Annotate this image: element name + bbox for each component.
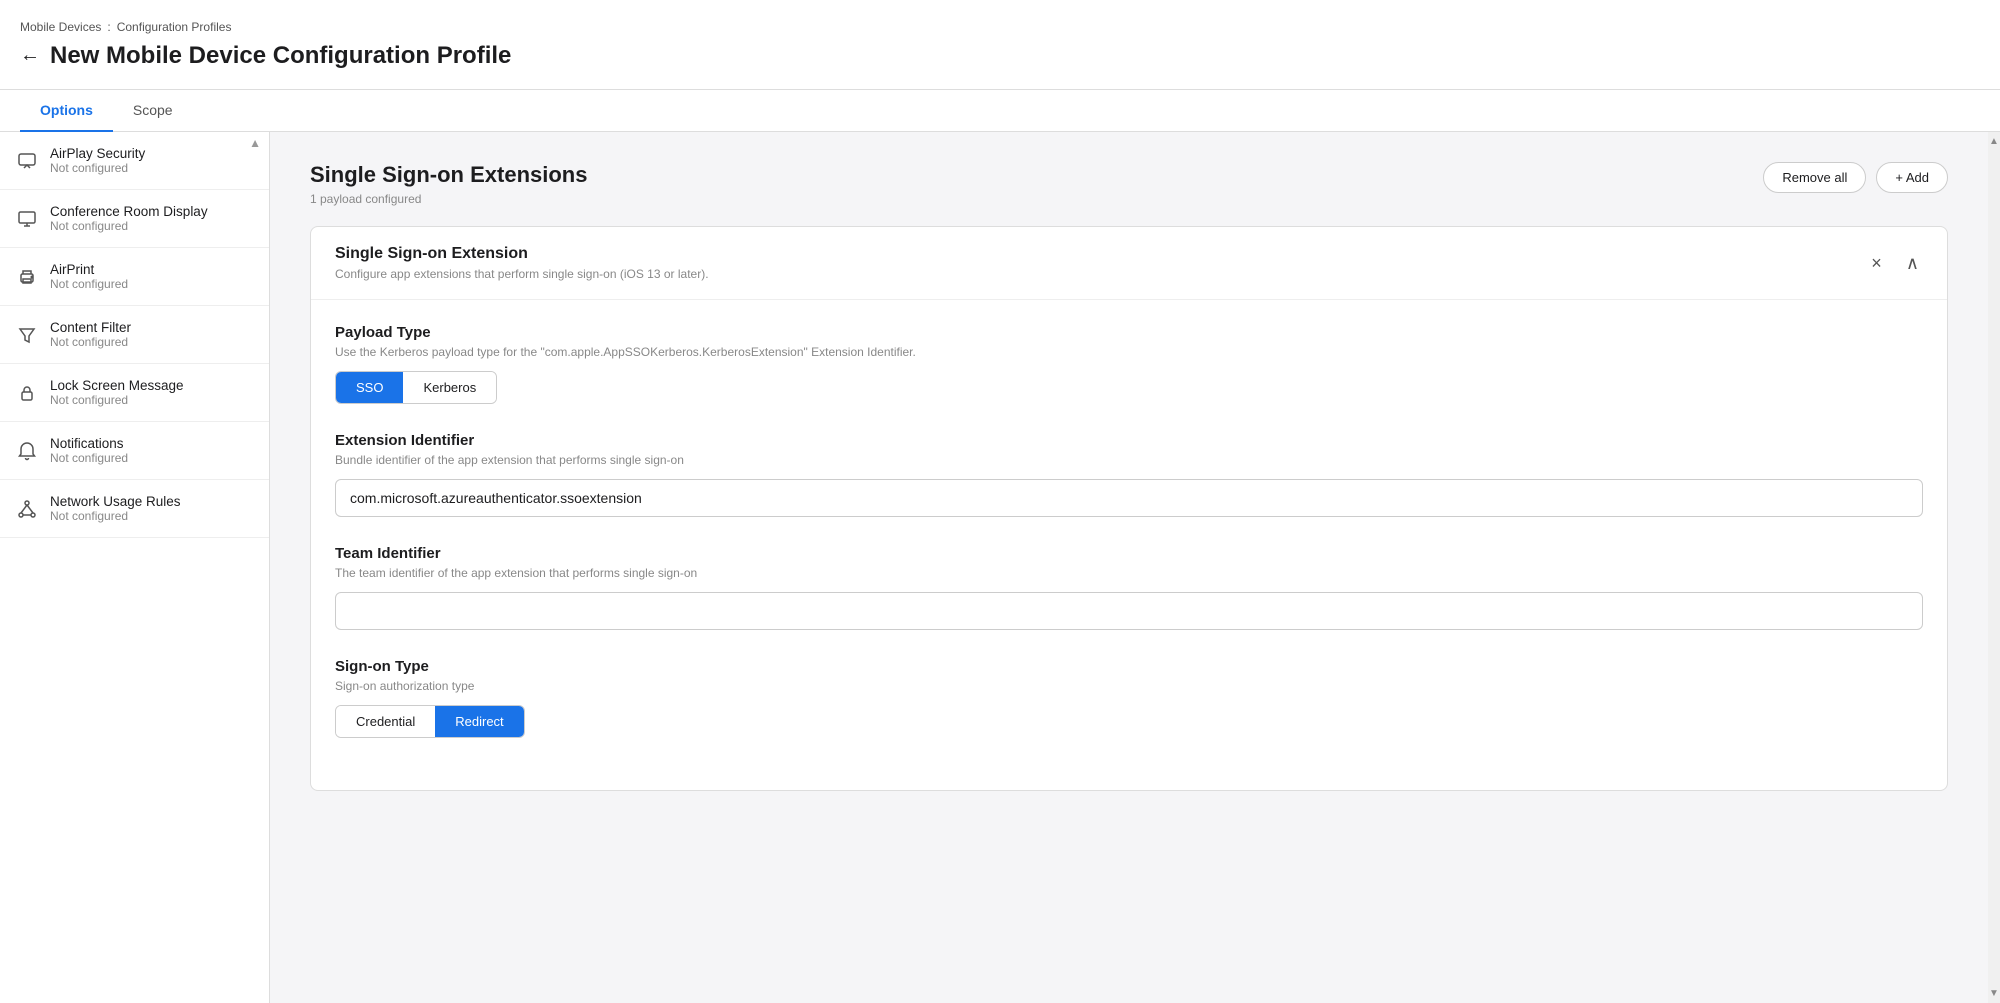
display-icon [16,208,38,230]
card-collapse-button[interactable]: ∧ [1902,249,1923,278]
airplay-icon [16,150,38,172]
sidebar-item-airprint-name: AirPrint [50,262,128,277]
team-identifier-input[interactable] [335,592,1923,630]
bell-icon [16,440,38,462]
payload-type-toggle: SSO Kerberos [335,371,497,404]
filter-icon [16,324,38,346]
page-title: New Mobile Device Configuration Profile [50,42,511,70]
sidebar-item-notifications-name: Notifications [50,436,128,451]
section-title: Single Sign-on Extensions [310,162,587,188]
scrollbar-down-arrow[interactable]: ▼ [1988,984,2000,1003]
signon-type-label: Sign-on Type [335,658,1923,675]
team-identifier-section: Team Identifier The team identifier of t… [335,545,1923,630]
signon-type-section: Sign-on Type Sign-on authorization type … [335,658,1923,738]
breadcrumb-parent[interactable]: Mobile Devices [20,20,101,34]
sidebar-item-airprint-status: Not configured [50,277,128,291]
sidebar-item-network-usage[interactable]: Network Usage Rules Not configured [0,480,269,538]
sso-extension-card: Single Sign-on Extension Configure app e… [310,226,1948,791]
sidebar-item-lock-screen-name: Lock Screen Message [50,378,184,393]
sidebar-item-notifications-status: Not configured [50,451,128,465]
breadcrumb: Mobile Devices : Configuration Profiles [20,20,1980,34]
card-close-button[interactable]: × [1867,249,1886,278]
breadcrumb-current: Configuration Profiles [117,20,232,34]
sidebar-item-content-filter-status: Not configured [50,335,131,349]
card-description: Configure app extensions that perform si… [335,267,709,281]
section-header: Single Sign-on Extensions 1 payload conf… [310,162,1948,206]
sidebar-item-network-name: Network Usage Rules [50,494,181,509]
sidebar-scroll-up[interactable]: ▲ [249,136,261,150]
tabs-bar: Options Scope [0,90,2000,132]
sidebar-item-airplay-security[interactable]: AirPlay Security Not configured [0,132,269,190]
breadcrumb-sep: : [107,20,110,34]
sidebar-item-airplay-security-name: AirPlay Security [50,146,145,161]
signon-type-desc: Sign-on authorization type [335,679,1923,693]
payload-type-section: Payload Type Use the Kerberos payload ty… [335,324,1923,404]
sidebar-item-content-filter[interactable]: Content Filter Not configured [0,306,269,364]
sidebar-item-airprint[interactable]: AirPrint Not configured [0,248,269,306]
signon-type-redirect-button[interactable]: Redirect [435,706,523,737]
lock-icon [16,382,38,404]
tab-options[interactable]: Options [20,90,113,132]
back-button[interactable]: ← [20,44,40,67]
sidebar-item-lock-screen-status: Not configured [50,393,184,407]
card-title: Single Sign-on Extension [335,245,709,263]
payload-type-desc: Use the Kerberos payload type for the "c… [335,345,1923,359]
right-scrollbar: ▲ ▼ [1988,132,2000,1003]
sidebar-item-conference-status: Not configured [50,219,208,233]
payload-type-label: Payload Type [335,324,1923,341]
section-subtitle: 1 payload configured [310,192,587,206]
team-identifier-label: Team Identifier [335,545,1923,562]
payload-type-kerberos-button[interactable]: Kerberos [403,372,496,403]
network-icon [16,498,38,520]
sidebar-item-notifications[interactable]: Notifications Not configured [0,422,269,480]
sidebar-item-airplay-security-status: Not configured [50,161,145,175]
sidebar-item-conference-name: Conference Room Display [50,204,208,219]
sidebar-item-content-filter-name: Content Filter [50,320,131,335]
scrollbar-up-arrow[interactable]: ▲ [1988,132,2000,151]
sidebar-item-network-status: Not configured [50,509,181,523]
extension-identifier-input[interactable] [335,479,1923,517]
extension-identifier-label: Extension Identifier [335,432,1923,449]
team-identifier-desc: The team identifier of the app extension… [335,566,1923,580]
add-button[interactable]: + Add [1876,162,1948,193]
tab-scope[interactable]: Scope [113,90,193,132]
print-icon [16,266,38,288]
extension-identifier-section: Extension Identifier Bundle identifier o… [335,432,1923,517]
sidebar: ▲ AirPlay Security Not configured [0,132,270,1003]
remove-all-button[interactable]: Remove all [1763,162,1866,193]
sidebar-item-conference-room[interactable]: Conference Room Display Not configured [0,190,269,248]
card-body: Payload Type Use the Kerberos payload ty… [311,300,1947,790]
payload-type-sso-button[interactable]: SSO [336,372,403,403]
card-header: Single Sign-on Extension Configure app e… [311,227,1947,300]
content-area: Single Sign-on Extensions 1 payload conf… [270,132,1988,1003]
extension-identifier-desc: Bundle identifier of the app extension t… [335,453,1923,467]
signon-type-credential-button[interactable]: Credential [336,706,435,737]
signon-type-toggle: Credential Redirect [335,705,525,738]
sidebar-item-lock-screen[interactable]: Lock Screen Message Not configured [0,364,269,422]
